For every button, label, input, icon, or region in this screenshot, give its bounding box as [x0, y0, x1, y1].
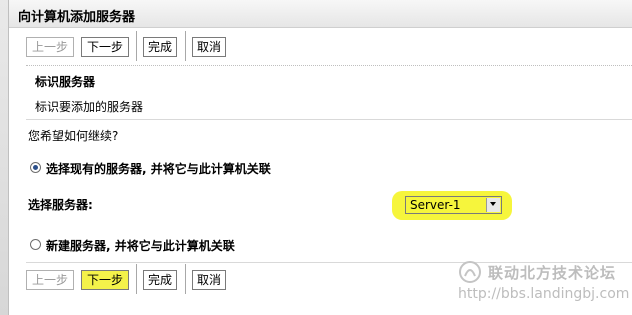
radio-new-server[interactable] — [30, 239, 41, 250]
next-button[interactable]: 下一步 — [81, 37, 129, 57]
watermark-url: http://bbs.landingbj.com — [458, 286, 630, 302]
server-dropdown[interactable]: Server-1 — [405, 196, 502, 214]
watermark: 联动北方技术论坛 http://bbs.landingbj.com — [458, 256, 632, 312]
cancel-button[interactable]: 取消 — [192, 37, 226, 57]
finish-button[interactable]: 完成 — [143, 37, 177, 57]
finish-button[interactable]: 完成 — [143, 270, 177, 290]
divider — [26, 65, 632, 66]
select-server-label: 选择服务器: — [28, 198, 93, 212]
cancel-button[interactable]: 取消 — [192, 270, 226, 290]
watermark-brand: 联动北方技术论坛 — [488, 264, 617, 282]
divider — [136, 31, 137, 61]
section-description: 标识要添加的服务器 — [35, 100, 144, 114]
divider — [136, 264, 137, 294]
brand-logo-icon — [458, 260, 482, 287]
divider — [26, 119, 632, 120]
chevron-down-icon[interactable] — [486, 198, 500, 212]
divider — [185, 264, 186, 294]
back-button[interactable]: 上一步 — [26, 270, 74, 290]
back-button[interactable]: 上一步 — [26, 37, 74, 57]
divider — [185, 31, 186, 61]
question-text: 您希望如何继续? — [28, 129, 119, 143]
option-existing-label[interactable]: 选择现有的服务器, 并将它与此计算机关联 — [46, 160, 271, 177]
option-new-label[interactable]: 新建服务器, 并将它与此计算机关联 — [46, 237, 235, 254]
next-button[interactable]: 下一步 — [81, 270, 129, 290]
window-title: 向计算机添加服务器 — [18, 10, 136, 25]
section-heading: 标识服务器 — [35, 75, 96, 89]
radio-existing-server[interactable] — [30, 162, 41, 173]
title-bar: 向计算机添加服务器 — [9, 0, 632, 28]
server-dropdown-value: Server-1 — [410, 198, 461, 212]
left-panel-edge — [0, 0, 9, 315]
